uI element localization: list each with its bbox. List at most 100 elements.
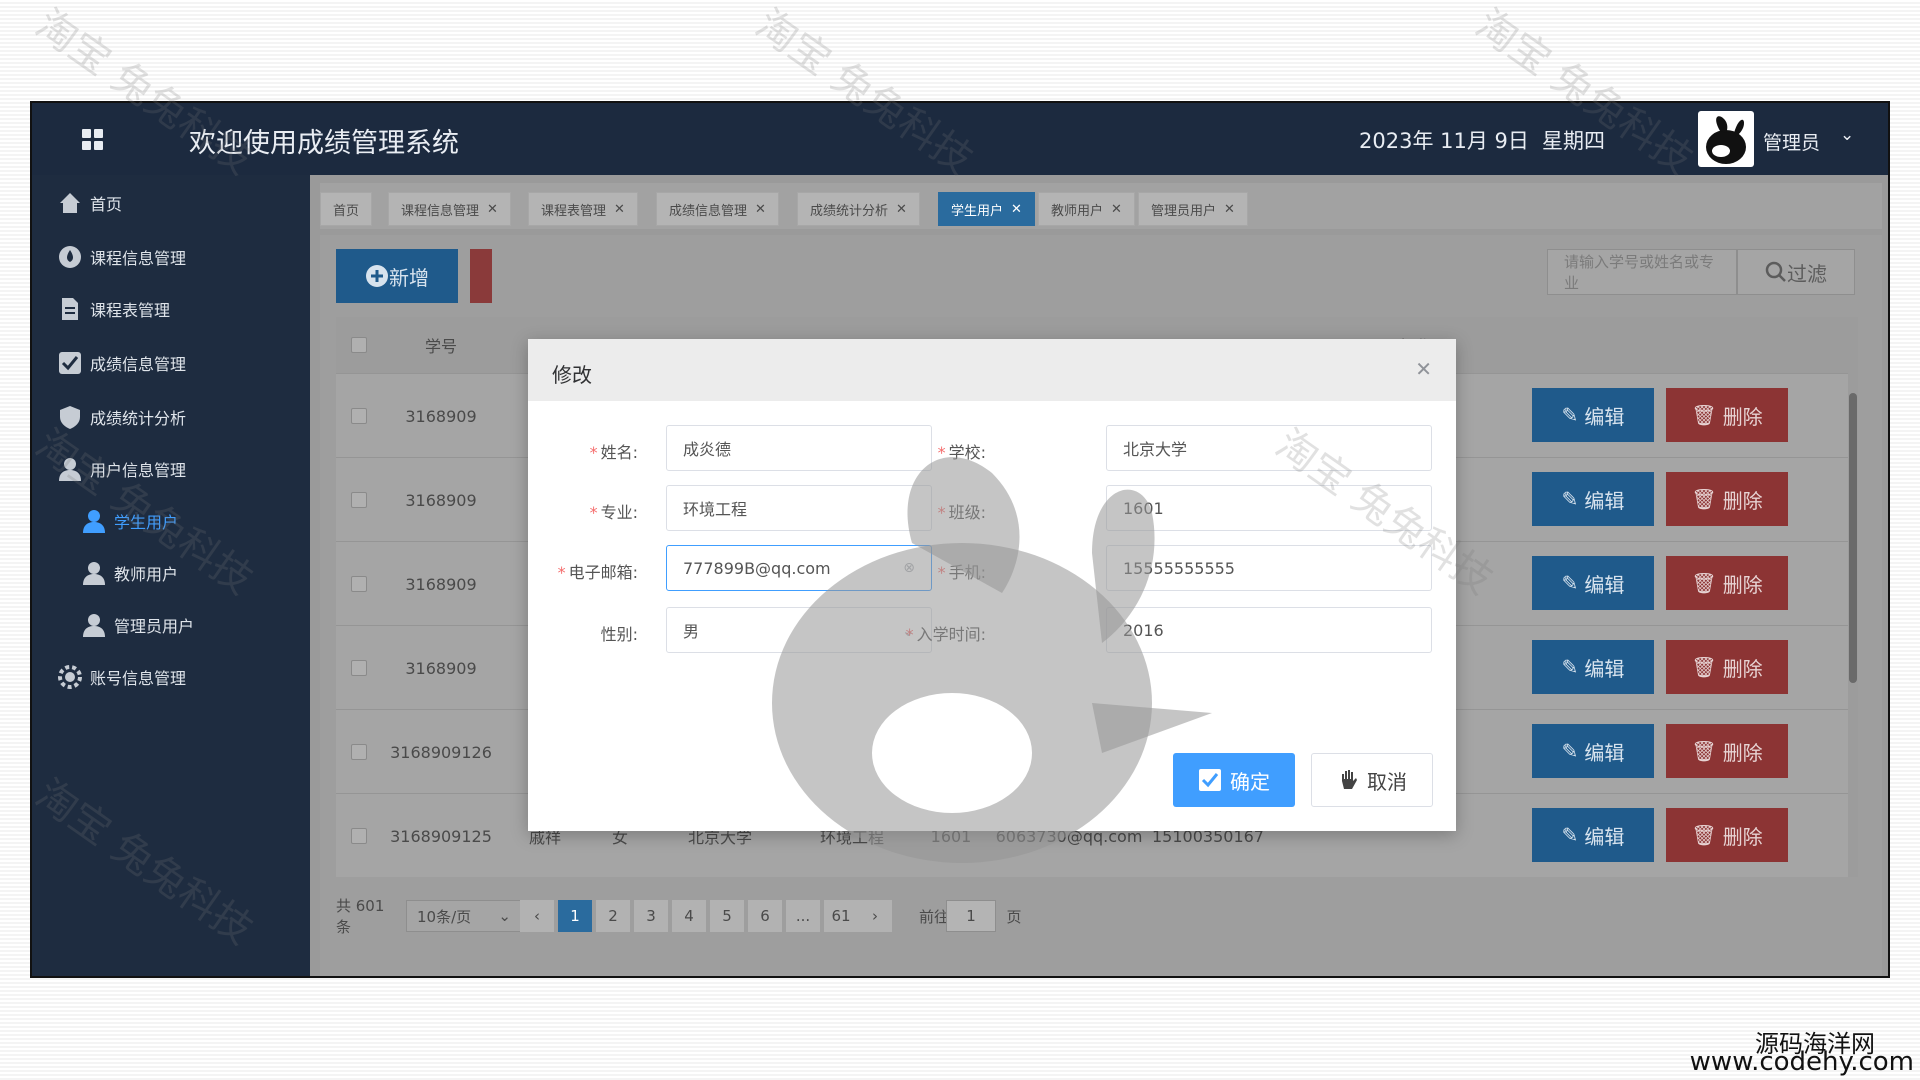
major-label: * 专业: <box>589 503 638 522</box>
class-field[interactable]: 1601 <box>1106 485 1432 531</box>
edit-button-label: 编辑 <box>1584 488 1625 513</box>
page-number-button[interactable]: 5 <box>710 900 744 932</box>
trash-icon: 🗑 <box>1691 403 1717 427</box>
tab-admin-users[interactable]: 管理员用户 ✕ <box>1138 192 1248 226</box>
tab-label: 学生用户 <box>951 203 1004 219</box>
cancel-button[interactable]: 取消 <box>1311 753 1433 807</box>
tab-grade-stats[interactable]: 成绩统计分析 ✕ <box>797 192 920 226</box>
tab-student-users[interactable]: 学生用户 ✕ <box>938 192 1035 226</box>
user-icon <box>80 507 108 535</box>
filter-button[interactable]: 过滤 <box>1737 249 1855 295</box>
app-title: 欢迎使用成绩管理系统 <box>189 128 459 159</box>
batch-delete-button[interactable] <box>470 249 492 303</box>
sidebar-item-course-info[interactable]: 课程信息管理 <box>32 237 310 277</box>
top-bar: 欢迎使用成绩管理系统 2023年 11月 9日 星期四 管理员 ⌄ <box>32 103 1888 175</box>
tab-label: 课程表管理 <box>541 203 607 219</box>
tab-home[interactable]: 首页 <box>320 192 373 226</box>
delete-button[interactable]: 🗑 删除 <box>1666 640 1788 694</box>
next-page-button[interactable]: › <box>858 900 892 932</box>
admin-name[interactable]: 管理员 <box>1763 128 1820 155</box>
page-number-button[interactable]: ... <box>786 900 820 932</box>
search-input[interactable]: 请输入学号或姓名或专业 <box>1547 249 1737 295</box>
page-number-button[interactable]: 4 <box>672 900 706 932</box>
sidebar-item-label: 课程信息管理 <box>90 249 187 268</box>
sidebar-item-user-info[interactable]: 用户信息管理 <box>32 449 310 489</box>
tab-course-info[interactable]: 课程信息管理 ✕ <box>388 192 511 226</box>
edit-button[interactable]: ✎ 编辑 <box>1532 808 1654 862</box>
edit-button[interactable]: ✎ 编辑 <box>1532 388 1654 442</box>
dialog-header: 修改 ✕ <box>528 339 1456 401</box>
app-window: 欢迎使用成绩管理系统 2023年 11月 9日 星期四 管理员 ⌄ 首页 课程信… <box>30 101 1890 978</box>
sidebar-item-home[interactable]: 首页 <box>32 183 310 223</box>
row-checkbox[interactable] <box>336 458 382 542</box>
chevron-down-icon[interactable]: ⌄ <box>1840 125 1854 145</box>
page-number-button[interactable]: 6 <box>748 900 782 932</box>
class-label: * 班级: <box>937 503 986 522</box>
add-button[interactable]: 新增 <box>336 249 458 303</box>
row-checkbox[interactable] <box>336 374 382 458</box>
close-icon[interactable]: ✕ <box>614 202 625 217</box>
grid-menu-icon[interactable] <box>82 129 104 151</box>
table-scrollbar[interactable] <box>1848 373 1858 877</box>
page-number-button[interactable]: 61 <box>824 900 858 932</box>
email-label: * 电子邮箱: <box>557 563 638 582</box>
delete-button[interactable]: 🗑 删除 <box>1666 388 1788 442</box>
page-number-button[interactable]: 3 <box>634 900 668 932</box>
edit-icon: ✎ <box>1561 571 1579 595</box>
edit-button-label: 编辑 <box>1584 572 1625 597</box>
tab-grade-info[interactable]: 成绩信息管理 ✕ <box>656 192 779 226</box>
sidebar-item-grade-info[interactable]: 成绩信息管理 <box>32 343 310 383</box>
row-checkbox[interactable] <box>336 710 382 794</box>
sidebar-item-admin-users[interactable]: 管理员用户 <box>32 605 310 645</box>
trash-icon: 🗑 <box>1691 655 1717 679</box>
confirm-button[interactable]: 确定 <box>1173 753 1295 807</box>
goto-page-input[interactable]: 1 <box>946 900 996 932</box>
hand-icon <box>1342 770 1357 789</box>
edit-button[interactable]: ✎ 编辑 <box>1532 556 1654 610</box>
edit-icon: ✎ <box>1561 655 1579 679</box>
phone-field[interactable]: 15555555555 <box>1106 545 1432 591</box>
tab-label: 课程信息管理 <box>401 203 480 219</box>
page-size-select[interactable]: 10条/页 ⌄ <box>406 900 522 932</box>
close-icon[interactable]: ✕ <box>755 202 766 217</box>
sidebar-item-grade-stats[interactable]: 成绩统计分析 <box>32 397 310 437</box>
close-icon[interactable]: ✕ <box>1415 357 1432 381</box>
table-cell: 3168909 <box>405 574 477 594</box>
sidebar-item-teacher-users[interactable]: 教师用户 <box>32 553 310 593</box>
close-icon[interactable]: ✕ <box>1224 202 1235 217</box>
enroll-field[interactable]: 2016 <box>1106 607 1432 653</box>
edit-button[interactable]: ✎ 编辑 <box>1532 640 1654 694</box>
delete-button[interactable]: 🗑 删除 <box>1666 556 1788 610</box>
page-number-button[interactable]: 2 <box>596 900 630 932</box>
school-field[interactable]: 北京大学 <box>1106 425 1432 471</box>
page-number-button[interactable]: 1 <box>558 900 592 932</box>
name-label: * 姓名: <box>589 443 638 462</box>
select-all-checkbox[interactable] <box>336 317 382 373</box>
tab-teacher-users[interactable]: 教师用户 ✕ <box>1038 192 1135 226</box>
close-icon[interactable]: ✕ <box>896 202 907 217</box>
droplet-icon <box>56 243 84 271</box>
row-checkbox[interactable] <box>336 794 382 878</box>
sidebar-item-schedule[interactable]: 课程表管理 <box>32 289 310 329</box>
prev-page-button[interactable]: ‹ <box>520 900 554 932</box>
delete-button[interactable]: 🗑 删除 <box>1666 472 1788 526</box>
row-checkbox[interactable] <box>336 626 382 710</box>
avatar[interactable] <box>1698 111 1754 167</box>
school-label: * 学校: <box>937 443 986 462</box>
row-checkbox[interactable] <box>336 542 382 626</box>
edit-button[interactable]: ✎ 编辑 <box>1532 472 1654 526</box>
edit-dialog: 修改 ✕ * 姓名: 成炎德 * 学校: 北京大学 * 专业: 环境工程 * 班级: 1… <box>528 339 1456 831</box>
delete-button[interactable]: 🗑 删除 <box>1666 808 1788 862</box>
tab-schedule[interactable]: 课程表管理 ✕ <box>528 192 638 226</box>
close-icon[interactable]: ✕ <box>1111 202 1122 217</box>
sidebar-item-account-info[interactable]: 账号信息管理 <box>32 657 310 697</box>
delete-button-label: 删除 <box>1722 824 1763 849</box>
close-icon[interactable]: ✕ <box>1011 202 1022 217</box>
trash-icon: 🗑 <box>1691 823 1717 847</box>
close-icon[interactable]: ✕ <box>487 202 498 217</box>
edit-button[interactable]: ✎ 编辑 <box>1532 724 1654 778</box>
delete-button[interactable]: 🗑 删除 <box>1666 724 1788 778</box>
sidebar-item-label: 学生用户 <box>114 513 179 532</box>
sidebar-item-student-users[interactable]: 学生用户 <box>32 501 310 541</box>
home-icon <box>56 189 84 217</box>
